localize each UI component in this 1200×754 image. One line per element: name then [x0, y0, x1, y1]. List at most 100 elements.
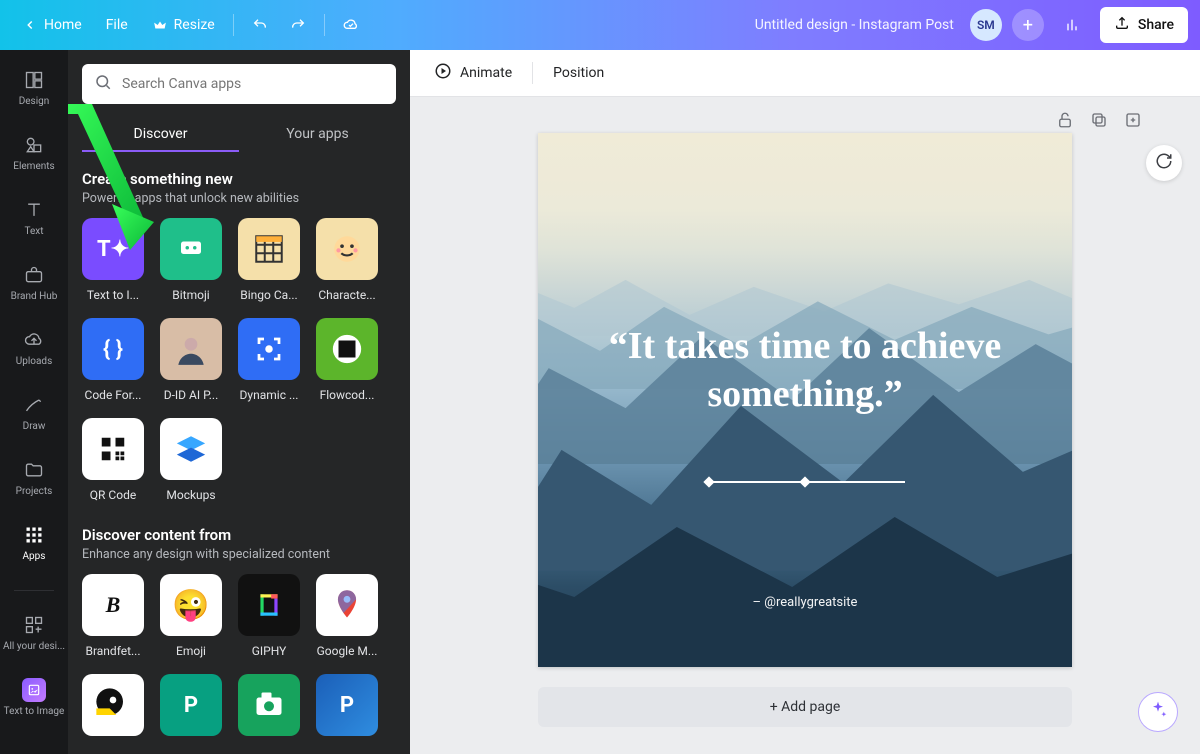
app-label: Bingo Ca...: [238, 288, 300, 302]
apps-search-input[interactable]: [122, 76, 384, 92]
app-code-format[interactable]: { }Code For...: [82, 318, 144, 402]
layers-icon: [160, 418, 222, 480]
rail-apps[interactable]: Apps: [0, 519, 68, 566]
divider: [324, 14, 325, 36]
rail-label: All your desi...: [3, 641, 65, 652]
app-pexels[interactable]: P: [160, 674, 222, 736]
file-menu-button[interactable]: File: [94, 11, 140, 39]
section-content-title: Discover content from: [82, 526, 396, 544]
rail-projects[interactable]: Projects: [0, 454, 68, 501]
tab-discover[interactable]: Discover: [82, 118, 239, 152]
app-label: Mockups: [160, 488, 222, 502]
app-text-to-image[interactable]: T✦Text to I...: [82, 218, 144, 302]
app-label: Characte...: [316, 288, 378, 302]
app-dynamic[interactable]: Dynamic ...: [238, 318, 300, 402]
rail-text[interactable]: Text: [0, 194, 68, 241]
bitmoji-icon: [160, 218, 222, 280]
design-page[interactable]: “It takes time to achieve something.” – …: [538, 133, 1072, 667]
rail-label: Design: [19, 96, 50, 107]
code-icon: { }: [82, 318, 144, 380]
pexels-icon: P: [160, 674, 222, 736]
tab-your-apps[interactable]: Your apps: [239, 118, 396, 152]
app-label: Bitmoji: [160, 288, 222, 302]
app-unknown-2[interactable]: P: [316, 674, 378, 736]
flowcode-icon: [316, 318, 378, 380]
quote-credit[interactable]: – @reallygreatsite: [538, 595, 1072, 610]
regenerate-button[interactable]: [1146, 145, 1182, 181]
app-google-maps[interactable]: Google M...: [316, 574, 378, 658]
canvas-toolbar: Animate Position: [410, 50, 1200, 97]
app-emoji[interactable]: 😜Emoji: [160, 574, 222, 658]
assistant-fab[interactable]: [1138, 692, 1178, 732]
focus-icon: [238, 318, 300, 380]
rail-label: Brand Hub: [11, 291, 58, 302]
undo-icon: [252, 17, 268, 33]
text-icon: [22, 198, 46, 222]
section-content-subtitle: Enhance any design with specialized cont…: [82, 547, 396, 562]
rail-label: Text to Image: [4, 706, 65, 717]
resize-label: Resize: [174, 17, 215, 33]
app-qr-code[interactable]: QR Code: [82, 418, 144, 502]
emoji-icon: 😜: [160, 574, 222, 636]
lock-button[interactable]: [1056, 111, 1074, 129]
app-label: Flowcod...: [316, 388, 378, 402]
search-icon: [94, 73, 112, 95]
rail-brand-hub[interactable]: Brand Hub: [0, 259, 68, 306]
stage[interactable]: “It takes time to achieve something.” – …: [410, 97, 1200, 754]
sparkle-icon: [1148, 700, 1168, 724]
document-title[interactable]: Untitled design - Instagram Post: [755, 17, 954, 33]
add-page-label: + Add page: [770, 699, 841, 715]
apps-search[interactable]: [82, 64, 396, 104]
rail-design[interactable]: Design: [0, 64, 68, 111]
quote-text[interactable]: “It takes time to achieve something.”: [538, 323, 1072, 418]
camera-icon: [238, 674, 300, 736]
app-flowcode[interactable]: Flowcod...: [316, 318, 378, 402]
rail-uploads[interactable]: Uploads: [0, 324, 68, 371]
shapes-icon: [22, 133, 46, 157]
app-mockups[interactable]: Mockups: [160, 418, 222, 502]
share-button[interactable]: Share: [1100, 7, 1188, 43]
insights-button[interactable]: [1054, 11, 1090, 39]
app-label: Text to I...: [82, 288, 144, 302]
add-page-button[interactable]: + Add page: [538, 687, 1072, 727]
rail-text-to-image[interactable]: Text to Image: [0, 674, 68, 721]
app-brandfetch[interactable]: BBrandfet...: [82, 574, 144, 658]
grid-plus-icon: [22, 613, 46, 637]
page-controls: [1056, 111, 1142, 129]
animate-button[interactable]: Animate: [428, 58, 518, 88]
divider: [233, 14, 234, 36]
rail-label: Projects: [16, 486, 53, 497]
duck-icon: [82, 674, 144, 736]
app-photo[interactable]: [238, 674, 300, 736]
rail-elements[interactable]: Elements: [0, 129, 68, 176]
file-label: File: [106, 17, 128, 33]
back-home-button[interactable]: Home: [12, 11, 92, 39]
duplicate-page-button[interactable]: [1090, 111, 1108, 129]
app-bitmoji[interactable]: Bitmoji: [160, 218, 222, 302]
app-label: Google M...: [316, 644, 378, 658]
crown-icon: [152, 17, 168, 33]
cloud-sync-button[interactable]: [333, 11, 369, 39]
app-bingo[interactable]: Bingo Ca...: [238, 218, 300, 302]
add-member-button[interactable]: +: [1012, 9, 1044, 41]
resize-button[interactable]: Resize: [142, 11, 225, 39]
cloud-upload-icon: [22, 328, 46, 352]
app-label: GIPHY: [238, 644, 300, 658]
app-character[interactable]: Characte...: [316, 218, 378, 302]
bar-chart-icon: [1064, 17, 1080, 33]
app-did-ai[interactable]: D-ID AI P...: [160, 318, 222, 402]
undo-button[interactable]: [242, 11, 278, 39]
redo-button[interactable]: [280, 11, 316, 39]
app-giphy[interactable]: GIPHY: [238, 574, 300, 658]
new-page-button[interactable]: [1124, 111, 1142, 129]
avatar[interactable]: SM: [970, 9, 1002, 41]
rail-all-designs[interactable]: All your desi...: [0, 609, 68, 656]
position-button[interactable]: Position: [547, 61, 610, 85]
share-label: Share: [1138, 17, 1174, 33]
quote-divider[interactable]: [705, 481, 905, 483]
image-sparkle-icon: [22, 678, 46, 702]
rail-draw[interactable]: Draw: [0, 389, 68, 436]
bingo-icon: [238, 218, 300, 280]
app-unknown-1[interactable]: [82, 674, 144, 736]
divider: [532, 62, 533, 84]
